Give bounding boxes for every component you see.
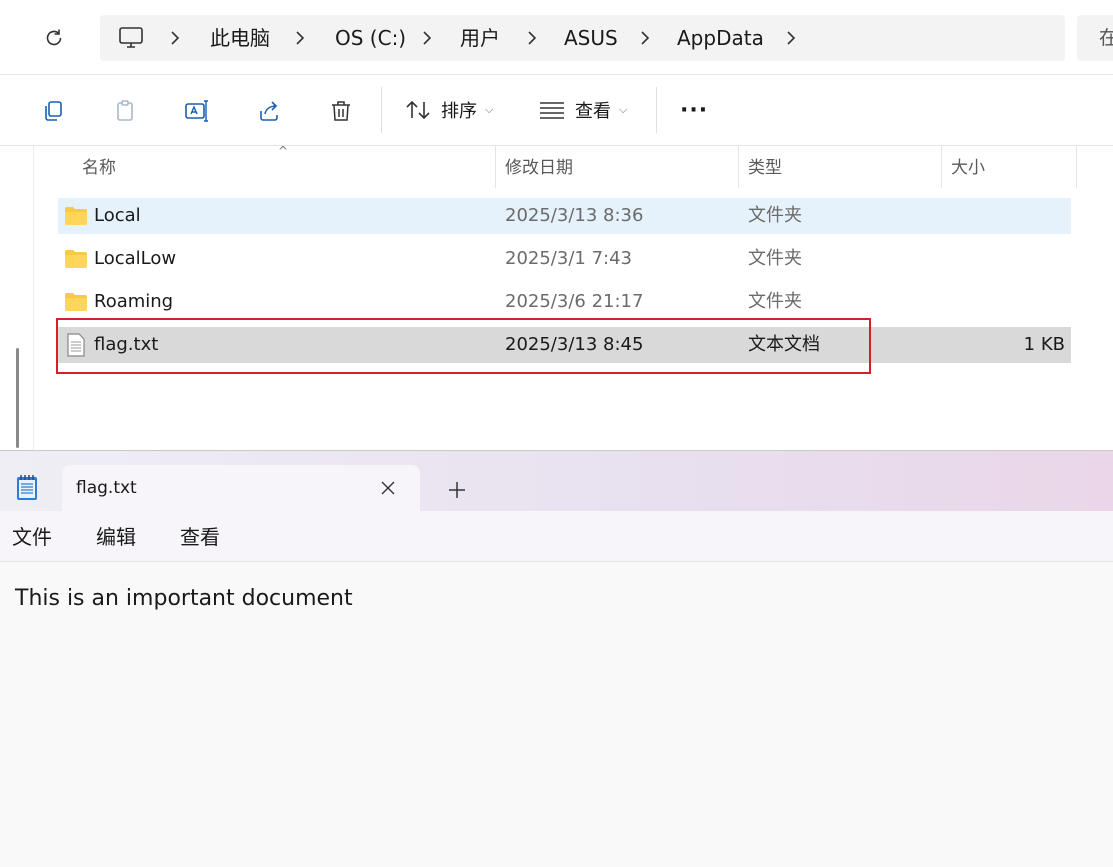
annotation-highlight-box [56, 318, 871, 374]
file-row[interactable]: Local 2025/3/13 8:36 文件夹 [58, 198, 1071, 234]
breadcrumb-users[interactable]: 用户 [460, 15, 500, 61]
delete-button[interactable] [323, 93, 359, 129]
rename-icon [185, 100, 208, 122]
tab-title: flag.txt [76, 478, 137, 498]
toolbar-divider [381, 87, 382, 133]
column-header-name[interactable]: 名称 [82, 146, 116, 188]
copy-icon [45, 101, 62, 121]
column-divider[interactable] [1076, 146, 1077, 188]
menu-file[interactable]: 文件 [12, 511, 52, 563]
file-type: 文件夹 [748, 248, 802, 269]
chevron-right-icon[interactable] [295, 15, 305, 61]
chevron-right-icon[interactable] [170, 15, 180, 61]
column-header-size[interactable]: 大小 [951, 146, 985, 188]
column-divider[interactable] [495, 146, 496, 188]
breadcrumb-appdata[interactable]: AppData [677, 15, 764, 61]
refresh-button[interactable] [38, 22, 70, 54]
file-name: Roaming [94, 291, 174, 312]
chevron-down-icon: ⌵ [619, 103, 628, 116]
file-date: 2025/3/13 8:36 [505, 205, 644, 226]
document-text[interactable]: This is an important document [15, 586, 353, 611]
column-header-type[interactable]: 类型 [748, 146, 782, 188]
share-button[interactable] [251, 93, 287, 129]
chevron-down-icon: ⌵ [485, 103, 494, 116]
menu-view[interactable]: 查看 [180, 511, 220, 563]
share-icon [260, 101, 278, 121]
folder-icon [65, 293, 87, 311]
notepad-tab[interactable]: flag.txt [62, 465, 420, 511]
paste-button[interactable] [107, 93, 143, 129]
chevron-right-icon[interactable] [640, 15, 650, 61]
address-row: 此电脑 OS (C:) 用户 ASUS AppData 在 [0, 0, 1113, 75]
column-divider[interactable] [738, 146, 739, 188]
command-bar: 排序 ⌵ 查看 ⌵ ··· [0, 75, 1113, 146]
file-list: ^ 名称 修改日期 类型 大小 Local 2025/3/13 8:36 文件夹… [34, 144, 1113, 450]
file-row[interactable]: Roaming 2025/3/6 21:17 文件夹 [58, 284, 1071, 320]
notepad-tab-bar: flag.txt [0, 451, 1113, 511]
search-input[interactable]: 在 [1077, 15, 1113, 61]
chevron-right-icon[interactable] [527, 15, 537, 61]
file-name: Local [94, 205, 141, 226]
breadcrumb-os-c[interactable]: OS (C:) [335, 15, 406, 61]
sort-button[interactable]: 排序 ⌵ [405, 75, 493, 145]
chevron-right-icon[interactable] [422, 15, 432, 61]
notepad-menu-bar: 文件 编辑 查看 [0, 511, 1113, 562]
search-placeholder: 在 [1099, 27, 1113, 49]
trash-icon [332, 101, 350, 121]
plus-icon [449, 482, 465, 498]
folder-icon [65, 250, 87, 268]
tab-close-button[interactable] [378, 478, 398, 498]
paste-icon [117, 100, 133, 121]
notepad-window: flag.txt 文件 编辑 查看 This is an important d… [0, 450, 1113, 867]
copy-button[interactable] [35, 93, 71, 129]
close-icon [381, 481, 395, 495]
nav-pane-scrollbar[interactable] [16, 348, 19, 448]
notepad-app-icon [17, 475, 37, 500]
file-type: 文件夹 [748, 291, 802, 312]
breadcrumb-asus[interactable]: ASUS [564, 15, 618, 61]
menu-edit[interactable]: 编辑 [96, 511, 136, 563]
toolbar-divider [656, 87, 657, 133]
view-button[interactable]: 查看 ⌵ [539, 75, 627, 145]
file-row[interactable]: LocalLow 2025/3/1 7:43 文件夹 [58, 241, 1071, 277]
chevron-right-icon[interactable] [786, 15, 796, 61]
breadcrumb-this-pc[interactable]: 此电脑 [210, 15, 270, 61]
file-type: 文件夹 [748, 205, 802, 226]
file-date: 2025/3/1 7:43 [505, 248, 632, 269]
file-name: LocalLow [94, 248, 177, 269]
notepad-text-area[interactable]: This is an important document [0, 562, 1113, 867]
address-bar[interactable]: 此电脑 OS (C:) 用户 ASUS AppData [100, 15, 1065, 61]
column-divider[interactable] [941, 146, 942, 188]
sort-label: 排序 [441, 101, 477, 122]
this-pc-icon[interactable] [118, 25, 144, 51]
file-explorer-window: 此电脑 OS (C:) 用户 ASUS AppData 在 排序 ⌵ 查看 ⌵ … [0, 0, 1113, 450]
column-header-date[interactable]: 修改日期 [505, 146, 573, 188]
folder-icon [65, 207, 87, 225]
view-label: 查看 [575, 101, 611, 122]
new-tab-button[interactable] [444, 477, 470, 503]
rename-button[interactable] [179, 93, 215, 129]
file-size: 1 KB [1023, 334, 1065, 355]
view-list-icon [540, 102, 564, 119]
file-date: 2025/3/6 21:17 [505, 291, 644, 312]
refresh-icon [46, 29, 62, 46]
more-options-button[interactable]: ··· [680, 75, 708, 145]
sort-icon [406, 100, 430, 120]
sort-ascending-icon: ^ [278, 144, 289, 158]
